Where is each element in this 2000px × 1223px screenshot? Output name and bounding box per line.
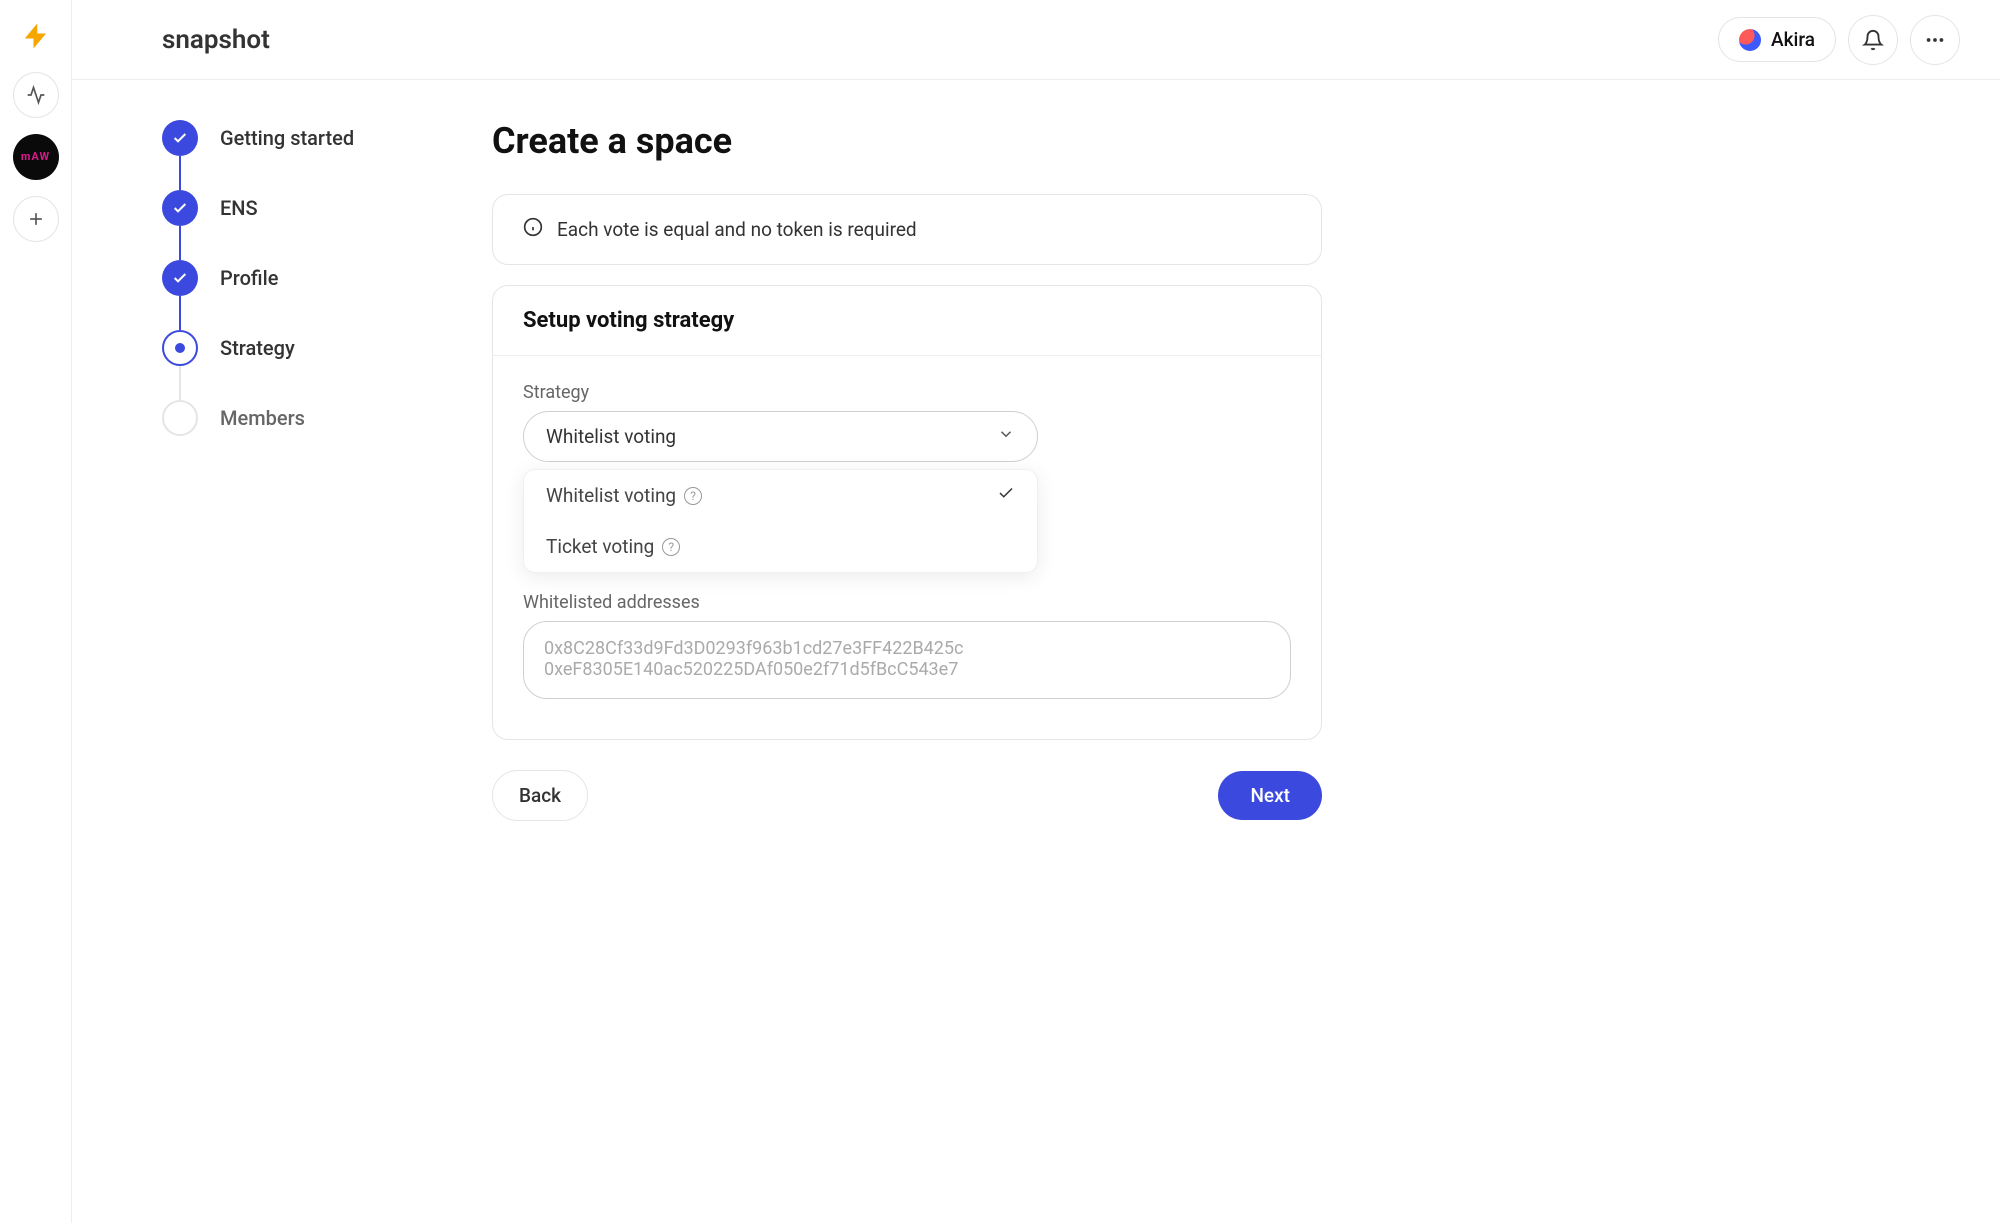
step-getting-started[interactable]: Getting started [162, 120, 412, 190]
page-title: Create a space [492, 120, 1322, 162]
strategy-field-label: Strategy [523, 382, 1291, 403]
brand-title: snapshot [162, 25, 270, 55]
activity-icon[interactable] [13, 72, 59, 118]
whitelisted-addresses-input[interactable] [523, 621, 1291, 699]
voting-strategy-card: Setup voting strategy Strategy Whitelist… [492, 285, 1322, 740]
back-button[interactable]: Back [492, 770, 588, 821]
chevron-down-icon [997, 425, 1015, 448]
info-icon [523, 217, 543, 242]
more-menu-button[interactable] [1910, 15, 1960, 65]
step-members[interactable]: Members [162, 400, 412, 436]
user-avatar-icon [1739, 29, 1761, 51]
card-title: Setup voting strategy [493, 286, 1321, 356]
help-icon[interactable]: ? [662, 538, 680, 556]
topbar: snapshot Akira [72, 0, 2000, 80]
user-name: Akira [1771, 28, 1815, 51]
strategy-selected-value: Whitelist voting [546, 425, 676, 448]
stepper: Getting started ENS Profile [162, 120, 412, 821]
strategy-select[interactable]: Whitelist voting [523, 411, 1038, 462]
help-icon[interactable]: ? [684, 487, 702, 505]
step-label: Members [220, 406, 305, 430]
info-text: Each vote is equal and no token is requi… [557, 218, 917, 241]
space-avatar-label: mAW [21, 151, 50, 163]
step-ens[interactable]: ENS [162, 190, 412, 260]
strategy-option-ticket[interactable]: Ticket voting ? [524, 521, 1037, 572]
step-label: ENS [220, 196, 258, 220]
strategy-option-whitelist[interactable]: Whitelist voting ? [524, 470, 1037, 521]
step-label: Profile [220, 266, 278, 290]
check-icon [997, 484, 1015, 507]
info-box: Each vote is equal and no token is requi… [492, 194, 1322, 265]
strategy-dropdown: Whitelist voting ? Ticket vot [523, 469, 1038, 573]
add-space-button[interactable] [13, 196, 59, 242]
bolt-logo-icon[interactable] [16, 16, 56, 56]
space-avatar[interactable]: mAW [13, 134, 59, 180]
step-label: Strategy [220, 336, 295, 360]
option-label: Ticket voting [546, 535, 654, 558]
user-menu[interactable]: Akira [1718, 17, 1836, 62]
step-profile[interactable]: Profile [162, 260, 412, 330]
step-strategy[interactable]: Strategy [162, 330, 412, 400]
addresses-field-label: Whitelisted addresses [523, 592, 1291, 613]
notifications-button[interactable] [1848, 15, 1898, 65]
left-rail: mAW [0, 0, 72, 1223]
option-label: Whitelist voting [546, 484, 676, 507]
next-button[interactable]: Next [1218, 771, 1322, 820]
step-label: Getting started [220, 126, 354, 150]
